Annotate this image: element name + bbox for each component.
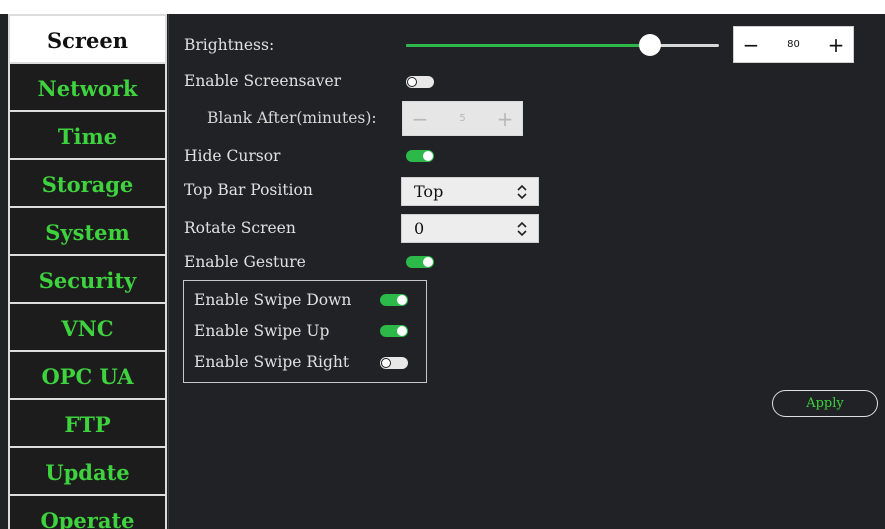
brightness-label: Brightness: (184, 36, 275, 54)
chevron-up-down-icon (517, 221, 527, 237)
hide-cursor-toggle[interactable] (406, 150, 434, 162)
sidebar-item-update[interactable]: Update (10, 448, 165, 494)
sidebar-item-ftp[interactable]: FTP (10, 400, 165, 446)
top-bar-position-select[interactable]: Top (401, 177, 539, 206)
sidebar-item-operate[interactable]: Operate (10, 496, 165, 529)
sidebar-item-storage[interactable]: Storage (10, 160, 165, 206)
rotate-screen-label: Rotate Screen (184, 219, 296, 237)
settings-window: Screen Network Time Storage System Secur… (0, 14, 885, 529)
toggle-knob (397, 295, 407, 305)
brightness-increase-button[interactable]: + (819, 27, 853, 62)
blank-after-stepper: − 5 + (402, 101, 523, 136)
rotate-screen-value: 0 (414, 219, 425, 238)
brightness-slider-thumb[interactable] (639, 34, 662, 56)
brightness-slider-fill (406, 44, 651, 47)
sidebar-item-label: Update (45, 459, 130, 485)
toggle-knob (423, 151, 433, 161)
swipe-down-toggle[interactable] (380, 294, 408, 306)
brightness-stepper: − 80 + (733, 26, 854, 63)
sidebar-item-label: Operate (40, 507, 135, 529)
gesture-toggle[interactable] (406, 256, 434, 268)
screensaver-toggle[interactable] (406, 76, 434, 88)
sidebar-item-label: FTP (64, 411, 111, 437)
sidebar-item-network[interactable]: Network (10, 64, 165, 110)
swipe-up-toggle[interactable] (380, 325, 408, 337)
top-bar-position-label: Top Bar Position (184, 181, 313, 199)
swipe-right-label: Enable Swipe Right (194, 353, 350, 371)
chevron-up-down-icon (517, 184, 527, 200)
swipe-down-label: Enable Swipe Down (194, 291, 352, 309)
sidebar-item-label: Security (38, 267, 137, 293)
toggle-knob (397, 326, 407, 336)
sidebar-item-system[interactable]: System (10, 208, 165, 254)
hide-cursor-label: Hide Cursor (184, 147, 281, 165)
top-bar-position-value: Top (414, 182, 444, 201)
blank-after-label: Blank After(minutes): (207, 109, 377, 127)
toggle-knob (423, 257, 433, 267)
sidebar-item-screen[interactable]: Screen (10, 16, 165, 62)
sidebar-item-opc-ua[interactable]: OPC UA (10, 352, 165, 398)
sidebar-item-security[interactable]: Security (10, 256, 165, 302)
sidebar-item-label: System (45, 219, 130, 245)
toggle-knob (381, 358, 391, 368)
blank-after-increase-button[interactable]: + (488, 102, 522, 135)
sidebar-item-label: OPC UA (41, 363, 134, 389)
sidebar-item-label: Screen (46, 27, 128, 53)
sidebar-item-label: Network (37, 75, 138, 101)
divider (168, 14, 169, 529)
sidebar-item-time[interactable]: Time (10, 112, 165, 158)
blank-after-value[interactable]: 5 (437, 102, 488, 135)
brightness-value[interactable]: 80 (768, 27, 819, 62)
sidebar-item-label: VNC (61, 315, 114, 341)
brightness-decrease-button[interactable]: − (734, 27, 768, 62)
sidebar: Screen Network Time Storage System Secur… (8, 14, 167, 529)
apply-button[interactable]: Apply (772, 390, 878, 417)
blank-after-decrease-button[interactable]: − (403, 102, 437, 135)
swipe-up-label: Enable Swipe Up (194, 322, 330, 340)
sidebar-item-vnc[interactable]: VNC (10, 304, 165, 350)
brightness-slider[interactable] (406, 34, 719, 56)
sidebar-item-label: Time (57, 123, 118, 149)
toggle-knob (407, 77, 417, 87)
screensaver-label: Enable Screensaver (184, 72, 342, 90)
rotate-screen-select[interactable]: 0 (401, 214, 539, 243)
sidebar-item-label: Storage (41, 171, 134, 197)
gesture-label: Enable Gesture (184, 253, 306, 271)
swipe-right-toggle[interactable] (380, 357, 408, 369)
